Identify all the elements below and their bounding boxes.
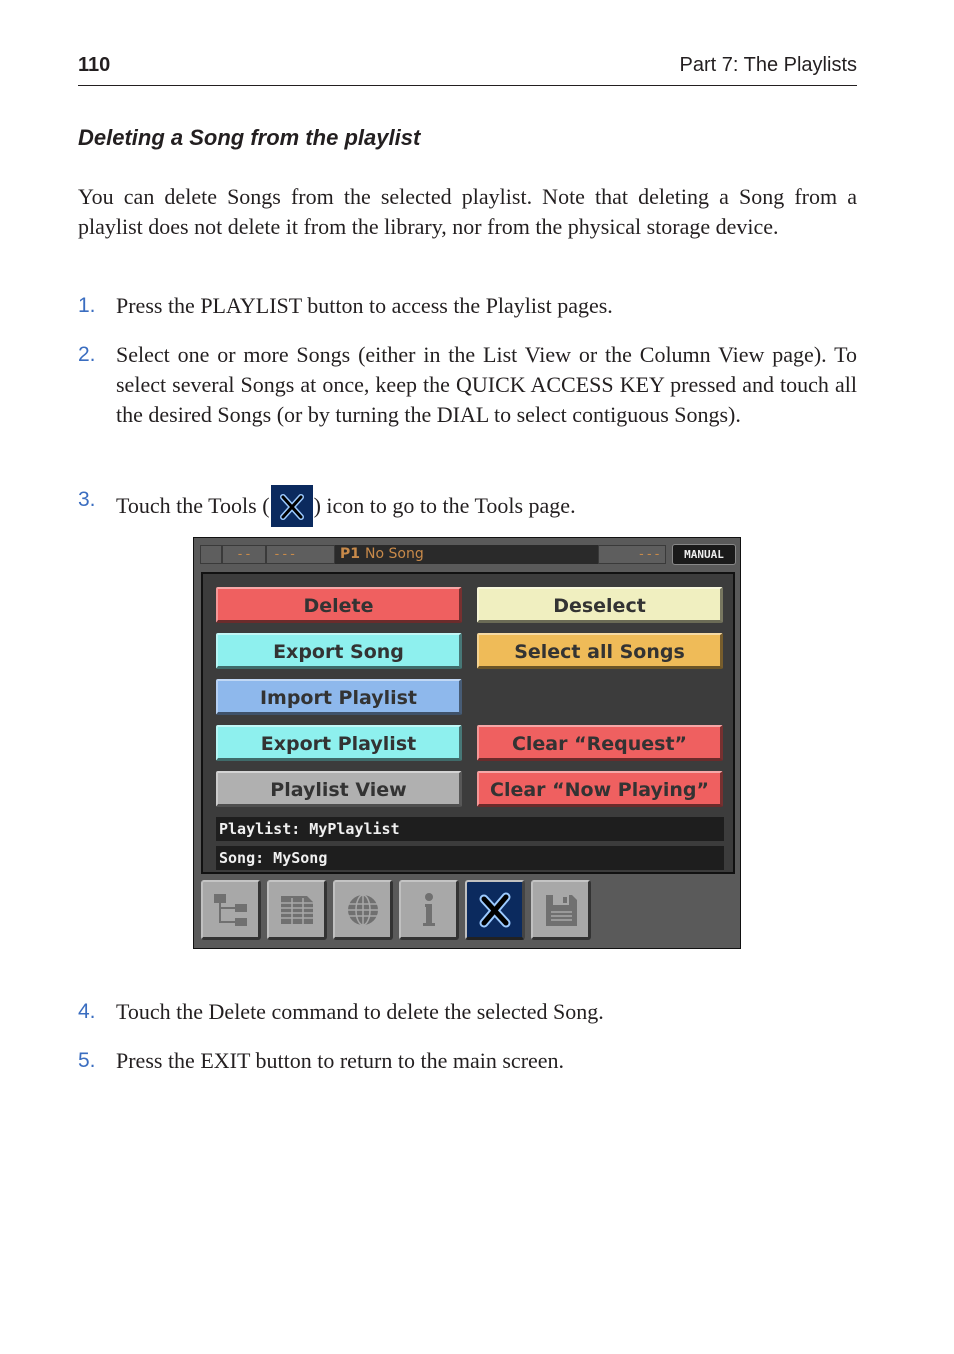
status-seg-2: --- bbox=[266, 545, 335, 564]
playlist-view-button[interactable]: Playlist View bbox=[216, 771, 462, 807]
song-name: No Song bbox=[365, 546, 424, 562]
export-playlist-button[interactable]: Export Playlist bbox=[216, 725, 462, 761]
step-text: Press the EXIT button to return to the m… bbox=[116, 1048, 565, 1073]
clear-now-playing-button[interactable]: Clear “Now Playing” bbox=[477, 771, 723, 807]
status-bar: -- --- P1 No Song --- MANUAL bbox=[200, 544, 736, 566]
status-seg-1: -- bbox=[222, 545, 266, 564]
step-text: Touch the Delete command to delete the s… bbox=[116, 999, 604, 1024]
tab-globe[interactable] bbox=[333, 880, 393, 940]
step-number: 5. bbox=[78, 1049, 96, 1072]
step-number: 4. bbox=[78, 1000, 96, 1023]
step-number: 1. bbox=[78, 294, 96, 317]
step-4: 4. Touch the Delete command to delete th… bbox=[78, 997, 857, 1027]
tools-page-screenshot: -- --- P1 No Song --- MANUAL Delete Desel… bbox=[193, 537, 741, 949]
import-playlist-button[interactable]: Import Playlist bbox=[216, 679, 462, 715]
step-text: Select one or more Songs (either in the … bbox=[116, 342, 857, 427]
step-3: 3. Touch the Tools () icon to go to the … bbox=[78, 485, 857, 527]
tools-icon bbox=[270, 485, 313, 527]
tools-icon bbox=[479, 892, 510, 927]
step-number: 2. bbox=[78, 343, 96, 366]
header-rule bbox=[78, 85, 857, 86]
tab-folder-tree[interactable] bbox=[201, 880, 261, 940]
chapter-title: Part 7: The Playlists bbox=[679, 54, 857, 76]
step-text: Touch the Tools () icon to go to the Too… bbox=[116, 485, 857, 527]
folder-tree-icon bbox=[213, 893, 247, 926]
deselect-button[interactable]: Deselect bbox=[477, 587, 723, 623]
tools-panel: Delete Deselect Export Song Select all S… bbox=[201, 572, 735, 874]
clear-request-button[interactable]: Clear “Request” bbox=[477, 725, 723, 761]
mode-badge[interactable]: MANUAL bbox=[672, 544, 736, 565]
tab-list-view[interactable] bbox=[267, 880, 327, 940]
status-seg-3: --- bbox=[598, 545, 666, 564]
step-number: 3. bbox=[78, 488, 96, 511]
section-title: Deleting a Song from the playlist bbox=[78, 125, 421, 150]
song-display: P1 No Song bbox=[335, 545, 598, 564]
list-view-icon bbox=[280, 895, 313, 924]
playlist-info: Playlist: MyPlaylist bbox=[216, 817, 724, 841]
tab-save[interactable] bbox=[531, 880, 591, 940]
globe-icon bbox=[347, 893, 378, 926]
song-info: Song: MySong bbox=[216, 846, 724, 870]
step-5: 5. Press the EXIT button to return to th… bbox=[78, 1046, 857, 1076]
tab-tools[interactable] bbox=[465, 880, 525, 940]
info-icon bbox=[422, 892, 435, 926]
step-text: Press the PLAYLIST button to access the … bbox=[116, 293, 613, 318]
select-all-songs-button[interactable]: Select all Songs bbox=[477, 633, 723, 669]
delete-button[interactable]: Delete bbox=[216, 587, 462, 623]
intro-paragraph: You can delete Songs from the selected p… bbox=[78, 184, 857, 239]
export-song-button[interactable]: Export Song bbox=[216, 633, 462, 669]
page-number: 110 bbox=[78, 54, 111, 76]
player-label: P1 bbox=[340, 546, 361, 562]
save-icon bbox=[545, 894, 577, 926]
tab-info[interactable] bbox=[399, 880, 459, 940]
step-1: 1. Press the PLAYLIST button to access t… bbox=[78, 291, 857, 321]
step-2: 2. Select one or more Songs (either in t… bbox=[78, 340, 857, 430]
